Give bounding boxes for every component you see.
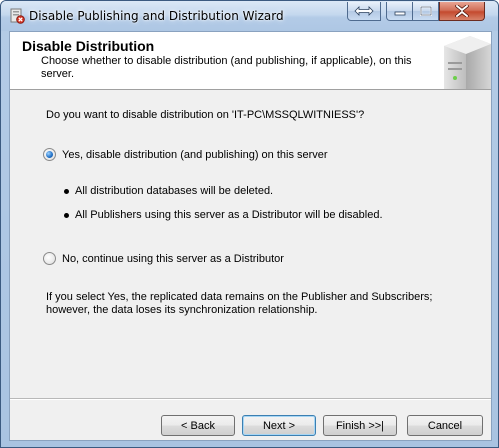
- bullet-icon: [64, 188, 69, 194]
- bullet-text: All Publishers using this server as a Di…: [75, 209, 383, 221]
- wizard-app-icon: [10, 8, 25, 24]
- cancel-button[interactable]: Cancel: [407, 415, 483, 436]
- wizard-window: Disable Publishing and Distribution Wiza…: [0, 0, 499, 448]
- option-no-label[interactable]: No, continue using this server as a Dist…: [62, 253, 284, 265]
- next-button[interactable]: Next >: [242, 415, 316, 436]
- minimize-button[interactable]: [386, 2, 413, 21]
- close-icon: [455, 5, 469, 17]
- bullet-item: All distribution databases will be delet…: [64, 185, 273, 197]
- server-icon: [444, 36, 491, 89]
- close-button[interactable]: [439, 2, 485, 21]
- wizard-header: Disable Distribution Choose whether to d…: [10, 32, 491, 90]
- bullet-icon: [64, 212, 69, 218]
- maximize-button[interactable]: [413, 2, 439, 21]
- option-yes-label[interactable]: Yes, disable distribution (and publishin…: [62, 149, 328, 161]
- finish-button[interactable]: Finish >>|: [323, 415, 397, 436]
- info-note: If you select Yes, the replicated data r…: [46, 291, 433, 316]
- page-description: Choose whether to disable distribution (…: [41, 55, 412, 80]
- maximize-icon: [419, 6, 432, 16]
- restore-button[interactable]: [347, 2, 381, 21]
- disable-question: Do you want to disable distribution on '…: [46, 109, 365, 121]
- option-yes[interactable]: Yes, disable distribution (and publishin…: [43, 148, 328, 161]
- page-title: Disable Distribution: [22, 38, 155, 54]
- wizard-content: Disable Distribution Choose whether to d…: [9, 31, 492, 441]
- bullet-item: All Publishers using this server as a Di…: [64, 209, 383, 221]
- radio-selected-dot: [46, 151, 53, 158]
- radio-no[interactable]: [43, 252, 56, 265]
- title-bar[interactable]: Disable Publishing and Distribution Wiza…: [1, 1, 498, 31]
- back-button[interactable]: < Back: [161, 415, 235, 436]
- option-no[interactable]: No, continue using this server as a Dist…: [43, 252, 284, 265]
- window-title: Disable Publishing and Distribution Wiza…: [29, 9, 284, 23]
- radio-yes[interactable]: [43, 148, 56, 161]
- minimize-icon: [394, 11, 405, 16]
- restore-arrows-icon: [354, 6, 374, 16]
- bullet-text: All distribution databases will be delet…: [75, 185, 274, 197]
- footer-divider: [10, 398, 491, 400]
